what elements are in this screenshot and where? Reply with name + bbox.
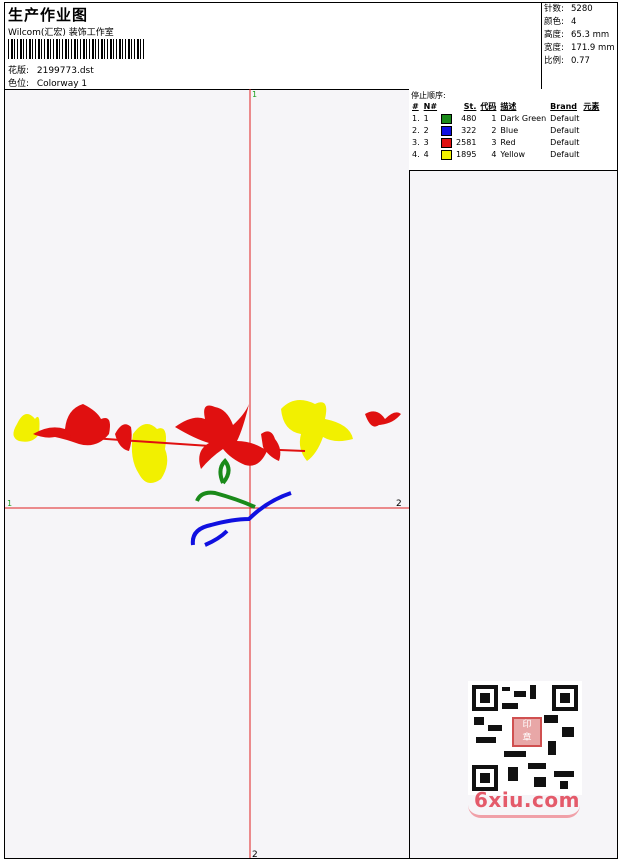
design-label: 花版: <box>8 66 30 76</box>
axis-marker-bottom: 2 <box>252 850 258 858</box>
header-panel: 生产作业图 Wilcom(汇宏) 装饰工作室 花版: 2199773.dst 色… <box>5 3 617 90</box>
axis-marker-right: 2 <box>396 499 402 509</box>
legend-header-row: # N# St. 代码 描述 Brand 元素 <box>412 102 600 111</box>
legend-row: 1. 1 480 1 Dark Green Default <box>412 113 580 124</box>
barcode <box>8 39 146 59</box>
legend-row: 3. 3 2581 3 Red Default <box>412 137 580 148</box>
legend-row: 2. 2 322 2 Blue Default <box>412 125 580 136</box>
colorway-row: 色位: Colorway 1 <box>8 76 87 89</box>
design-drawing: 1 1 2 2 <box>5 89 409 858</box>
legend-caption: 停止顺序: <box>411 91 446 100</box>
color-swatch <box>441 125 453 136</box>
seal-stamp: 印章 <box>512 717 542 747</box>
color-swatch <box>441 137 453 148</box>
stat-scale: 比例: 0.77 <box>544 56 590 66</box>
stat-height: 高度: 65.3 mm <box>544 30 610 40</box>
stop-sequence-legend: 停止顺序: # N# St. 代码 描述 Brand 元素 1. 1 480 1 Dark … <box>409 89 617 171</box>
design-canvas: 1 1 2 2 <box>5 89 410 858</box>
colorway-value: Colorway 1 <box>36 79 88 89</box>
company-name: Wilcom(汇宏) 装饰工作室 <box>8 28 114 38</box>
axis-marker-top: 1 <box>252 90 257 99</box>
color-swatch <box>441 149 453 160</box>
design-file-row: 花版: 2199773.dst <box>8 63 94 76</box>
legend-row: 4. 4 1895 4 Yellow Default <box>412 149 580 160</box>
color-swatch <box>441 113 453 124</box>
axis-marker-left: 1 <box>7 499 12 508</box>
colorway-label: 色位: <box>8 79 30 89</box>
stat-colors: 颜色: 4 <box>544 17 577 27</box>
watermark-swoosh <box>468 805 580 818</box>
qr-code: 印章 <box>468 681 582 795</box>
green-motif <box>195 458 256 509</box>
stat-stitches: 针数: 5280 <box>544 4 593 14</box>
stats-panel: 针数: 5280 颜色: 4 高度: 65.3 mm 宽度: 171.9 mm 比例: 0… <box>541 3 618 89</box>
yellow-motif <box>13 400 353 483</box>
page-title: 生产作业图 <box>8 6 89 24</box>
stat-width: 宽度: 171.9 mm <box>544 43 615 53</box>
legend-table: # N# St. 代码 描述 Brand 元素 1. 1 480 1 Dark Green D… <box>410 101 601 161</box>
design-file: 2199773.dst <box>36 66 94 76</box>
